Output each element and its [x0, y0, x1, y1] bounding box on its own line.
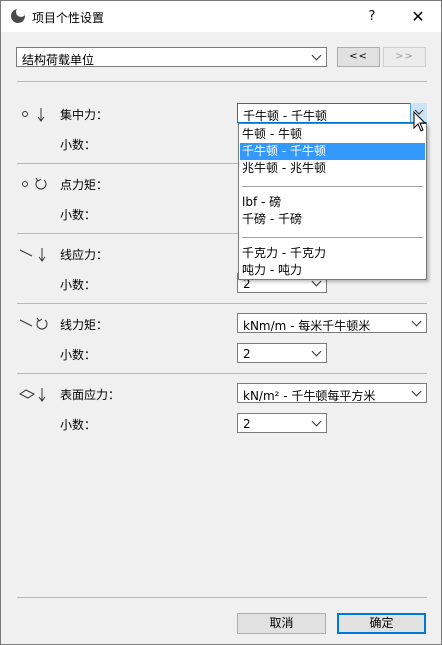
line-moment-decimals-label: 小数： [60, 348, 97, 362]
dropdown-option[interactable]: 牛顿 - 牛顿 [240, 126, 425, 143]
point-moment-icon [22, 177, 47, 190]
surface-force-decimals-select[interactable]: 2 [237, 413, 327, 433]
dropdown-option[interactable]: 千克力 - 千克力 [240, 245, 425, 262]
ok-button[interactable]: 确定 [337, 613, 426, 634]
surface-force-select[interactable]: kN/m² - 千牛顿每平方米 [237, 383, 427, 403]
surface-force-label: 表面应力： [60, 388, 121, 402]
next-page-button[interactable]: >> [383, 47, 426, 67]
close-button[interactable]: ✕ [395, 1, 441, 32]
dropdown-option[interactable]: 吨力 - 吨力 [240, 262, 425, 279]
dialog-window: 项目个性设置 ? ✕ 结构荷载单位 << >> 集中力： 千牛顿 - 千牛顿 小… [0, 0, 442, 645]
chevron-down-icon [411, 386, 422, 397]
title-bar: 项目个性设置 ? ✕ [1, 1, 441, 32]
category-select[interactable]: 结构荷载单位 [16, 47, 327, 67]
previous-page-button[interactable]: << [337, 47, 380, 67]
dropdown-divider [242, 186, 423, 187]
line-force-decimals-label: 小数： [60, 278, 97, 292]
chevron-down-icon [411, 316, 422, 327]
concentrated-force-label: 集中力： [60, 108, 109, 122]
surface-force-decimals-label: 小数： [60, 418, 97, 432]
concentrated-force-select[interactable]: 千牛顿 - 千牛顿 [237, 103, 427, 123]
line-moment-decimals-value: 2 [243, 347, 251, 361]
line-moment-label: 线力矩： [60, 318, 109, 332]
divider [17, 303, 427, 304]
chevron-down-icon [311, 346, 322, 357]
divider [17, 597, 427, 598]
chevron-down-icon [311, 416, 322, 427]
mouse-cursor-icon [413, 111, 427, 132]
concentrated-decimals-label: 小数： [60, 138, 97, 152]
line-moment-value: kNm/m - 每米千牛顿米 [243, 319, 371, 333]
help-button[interactable]: ? [349, 1, 395, 32]
divider [17, 373, 427, 374]
surface-force-value: kN/m² - 千牛顿每平方米 [243, 389, 376, 403]
point-moment-label: 点力矩： [60, 178, 109, 192]
app-logo-icon [11, 9, 25, 23]
dropdown-divider [242, 237, 423, 238]
surface-force-icon [19, 388, 46, 402]
divider [17, 81, 427, 82]
category-select-value: 结构荷载单位 [22, 53, 95, 67]
dropdown-option-selected[interactable]: 千牛顿 - 千牛顿 [240, 143, 425, 160]
chevron-down-icon [311, 50, 322, 61]
concentrated-force-value: 千牛顿 - 千牛顿 [243, 109, 327, 123]
window-title: 项目个性设置 [32, 11, 105, 25]
point-moment-decimals-label: 小数： [60, 208, 97, 222]
point-force-icon [22, 108, 45, 122]
line-moment-icon [19, 317, 48, 330]
line-moment-select[interactable]: kNm/m - 每米千牛顿米 [237, 313, 427, 333]
dropdown-option[interactable]: 千磅 - 千磅 [240, 211, 425, 228]
dropdown-option[interactable]: 兆牛顿 - 兆牛顿 [240, 160, 425, 177]
line-force-icon [19, 248, 46, 262]
line-moment-decimals-select[interactable]: 2 [237, 343, 327, 363]
line-force-label: 线应力： [60, 248, 109, 262]
dropdown-option[interactable]: lbf - 磅 [240, 194, 425, 211]
cancel-button[interactable]: 取消 [237, 613, 326, 634]
unit-dropdown-list: 牛顿 - 牛顿 千牛顿 - 千牛顿 兆牛顿 - 兆牛顿 lbf - 磅 千磅 -… [238, 123, 427, 280]
surface-force-decimals-value: 2 [243, 417, 251, 431]
